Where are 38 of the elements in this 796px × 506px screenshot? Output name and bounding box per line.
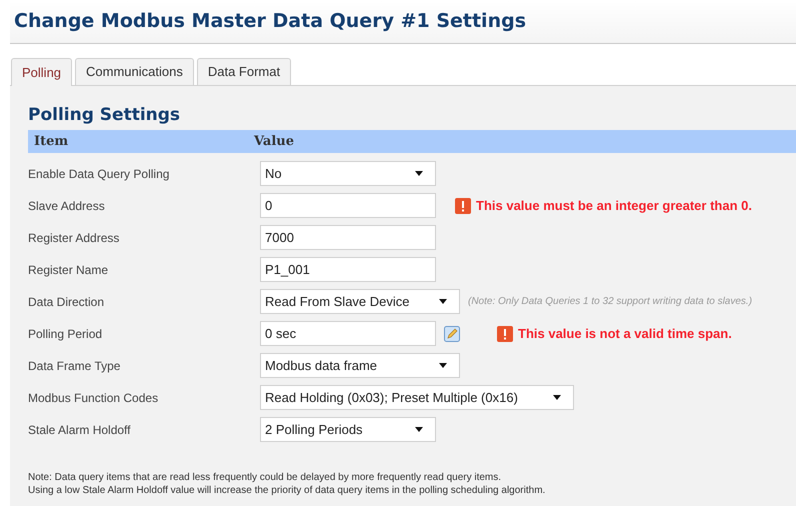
caret-icon [415,427,423,432]
footnote: Note: Data query items that are read less frequently could be delayed by more frequently read query items. [28,471,502,484]
tab[interactable]: Polling [11,58,72,86]
caret-icon [415,171,423,176]
caret-icon [439,299,447,304]
error-message: This value must be an integer greater than 0. [476,196,752,215]
column-header: Value [254,132,294,151]
input-field[interactable]: 0 [260,193,436,218]
warning-icon [455,198,471,214]
column-header: Item [33,132,70,151]
field-label: Enable Data Query Polling [28,166,170,182]
field-label: Register Address [28,230,120,246]
field-label: Data Frame Type [28,358,122,374]
input-field[interactable]: 7000 [260,225,436,250]
dropdown[interactable]: No [260,161,436,186]
section-title: Polling Settings [28,104,182,126]
field-label: Register Name [28,262,110,278]
page-title: Change Modbus Master Data Query #1 Settings [14,9,526,34]
field-label: Stale Alarm Holdoff [28,422,132,438]
input-field[interactable]: P1_001 [260,257,436,282]
footnote: Using a low Stale Alarm Holdoff value will increase the priority of data query items in the polling scheduling algorithm. [28,484,546,497]
field-label: Modbus Function Codes [28,390,160,406]
dropdown[interactable]: 2 Polling Periods [260,417,436,442]
tab[interactable]: Data Format [196,58,292,85]
caret-icon [553,395,561,400]
pencil-icon[interactable] [444,326,460,342]
field-label: Polling Period [28,326,104,342]
input-field[interactable]: 0 sec [260,321,436,346]
dropdown[interactable]: Read Holding (0x03); Preset Multiple (0x16) [260,385,574,410]
dropdown[interactable]: Modbus data frame [260,353,460,378]
tab[interactable]: Communications [75,58,194,85]
help-note: (Note: Only Data Queries 1 to 32 support writing data to slaves.) [468,295,752,309]
error-message: This value is not a valid time span. [518,324,732,343]
field-label: Data Direction [28,294,106,310]
warning-icon [497,326,513,342]
caret-icon [439,363,447,368]
field-label: Slave Address [28,198,106,214]
dropdown[interactable]: Read From Slave Device [260,289,460,314]
